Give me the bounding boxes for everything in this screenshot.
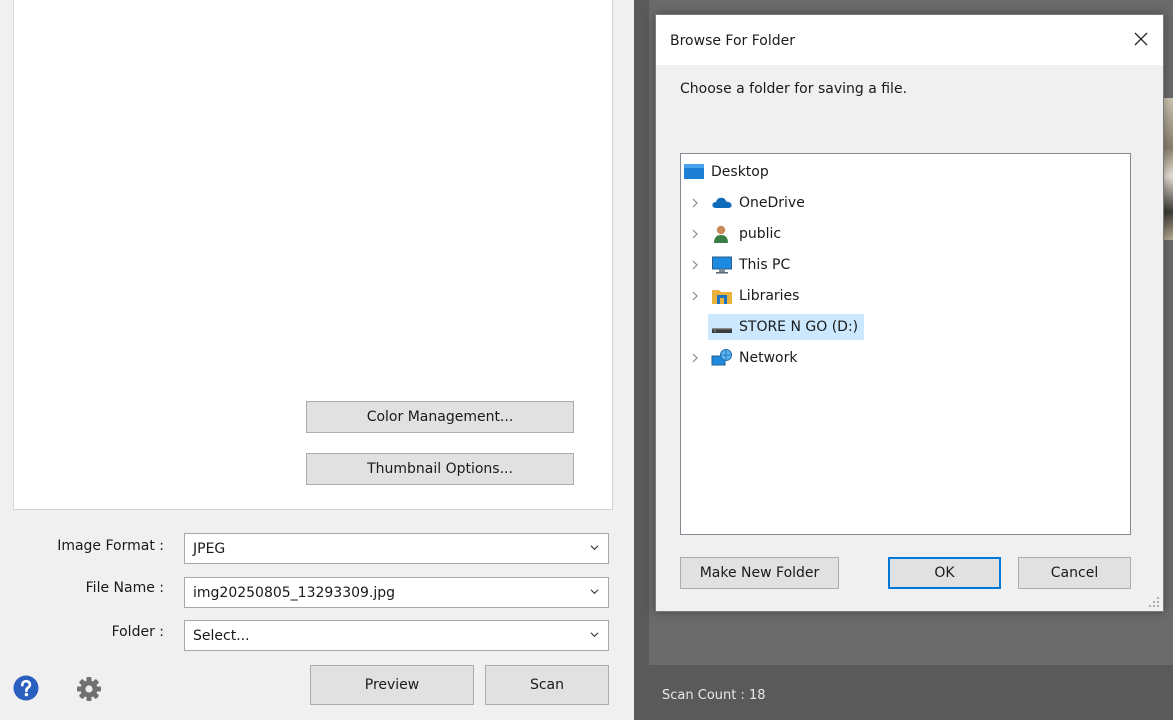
folder-label: Folder :: [111, 624, 164, 640]
thumbnail-options-button[interactable]: Thumbnail Options...: [306, 453, 574, 485]
help-icon[interactable]: [13, 675, 39, 701]
file-name-value: img20250805_13293309.jpg: [193, 585, 396, 601]
tree-item-label: Desktop: [711, 164, 769, 180]
preview-button[interactable]: Preview: [310, 665, 474, 705]
color-management-button[interactable]: Color Management...: [306, 401, 574, 433]
network-icon: [711, 349, 732, 366]
cancel-button[interactable]: Cancel: [1018, 557, 1131, 589]
tree-item-label: STORE N GO (D:): [739, 319, 859, 335]
browse-for-folder-dialog: Browse For Folder Choose a folder for sa…: [655, 14, 1164, 612]
tree-item-label: This PC: [739, 257, 791, 273]
chevron-down-icon: [590, 632, 599, 638]
expand-chevron-icon[interactable]: [691, 260, 699, 270]
file-name-select[interactable]: img20250805_13293309.jpg: [184, 577, 609, 608]
scan-button[interactable]: Scan: [485, 665, 609, 705]
tree-item-this-pc[interactable]: This PC: [711, 252, 796, 278]
tree-item-onedrive[interactable]: OneDrive: [711, 190, 811, 216]
folder-select[interactable]: Select...: [184, 620, 609, 651]
desktop-icon: [684, 164, 704, 179]
scan-count: Scan Count : 18: [662, 688, 766, 703]
tree-item-label: Libraries: [739, 288, 800, 304]
tree-item-label: public: [739, 226, 782, 242]
dialog-titlebar: Browse For Folder: [656, 15, 1163, 65]
tree-item-libraries[interactable]: Libraries: [711, 283, 805, 309]
file-name-label: File Name :: [85, 580, 164, 596]
resize-grip-icon[interactable]: [1148, 596, 1160, 608]
chevron-down-icon: [590, 545, 599, 551]
make-new-folder-button[interactable]: Make New Folder: [680, 557, 839, 589]
settings-pane: Color Management... Thumbnail Options...: [13, 0, 613, 510]
monitor-icon: [712, 256, 732, 274]
tree-item-network[interactable]: Network: [711, 345, 803, 371]
tree-item-store-n-go[interactable]: STORE N GO (D:): [708, 314, 865, 340]
close-icon[interactable]: [1129, 27, 1153, 51]
usb-drive-icon: [712, 328, 732, 333]
image-format-label: Image Format :: [57, 538, 164, 554]
dialog-title: Browse For Folder: [670, 33, 796, 49]
cloud-icon: [712, 197, 732, 208]
scan-settings-panel: Color Management... Thumbnail Options...…: [0, 0, 634, 720]
library-folder-icon: [712, 290, 732, 304]
tree-item-label: OneDrive: [739, 195, 805, 211]
tree-item-desktop[interactable]: Desktop: [683, 159, 775, 185]
tree-item-label: Network: [739, 350, 798, 366]
ok-button[interactable]: OK: [888, 557, 1001, 589]
chevron-down-icon: [590, 589, 599, 595]
image-format-value: JPEG: [193, 541, 226, 557]
expand-chevron-icon[interactable]: [691, 229, 699, 239]
user-icon: [714, 225, 728, 243]
folder-tree[interactable]: Desktop OneDrive public This PC Librarie…: [680, 153, 1131, 535]
expand-chevron-icon[interactable]: [691, 291, 699, 301]
expand-chevron-icon[interactable]: [691, 198, 699, 208]
folder-value: Select...: [193, 628, 250, 644]
tree-item-public[interactable]: public: [711, 221, 787, 247]
dialog-instruction: Choose a folder for saving a file.: [680, 81, 908, 97]
expand-chevron-icon[interactable]: [691, 353, 699, 363]
image-format-select[interactable]: JPEG: [184, 533, 609, 564]
gear-icon[interactable]: [76, 676, 102, 702]
